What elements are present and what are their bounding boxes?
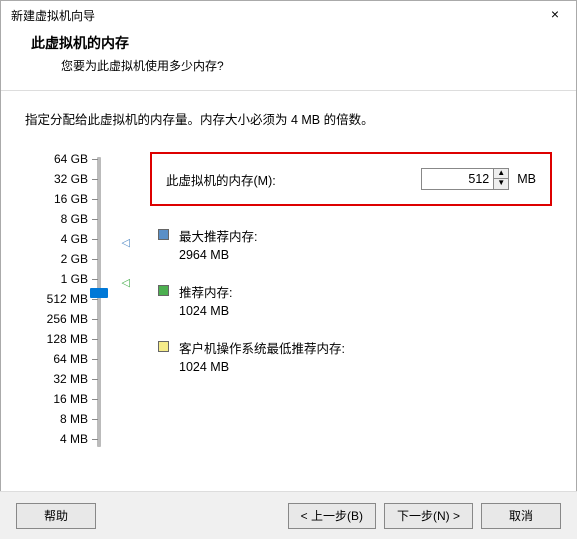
tick-mark bbox=[92, 219, 98, 220]
wizard-header: 此虚拟机的内存 您要为此虚拟机使用多少内存? bbox=[1, 29, 576, 90]
max-value: 2964 MB bbox=[179, 248, 257, 262]
min-recommended: 客户机操作系统最低推荐内存: 1024 MB bbox=[150, 338, 552, 374]
tick-label: 8 MB bbox=[60, 412, 88, 426]
tick-mark bbox=[92, 399, 98, 400]
tick-label: 64 MB bbox=[53, 352, 88, 366]
tick-label: 512 MB bbox=[47, 292, 88, 306]
marker-max-icon: ◁ bbox=[122, 236, 130, 249]
page-subtitle: 您要为此虚拟机使用多少内存? bbox=[31, 57, 556, 74]
max-recommended: 最大推荐内存: 2964 MB bbox=[150, 226, 552, 262]
page-title: 此虚拟机的内存 bbox=[31, 33, 556, 53]
tick-mark bbox=[92, 259, 98, 260]
tick-label: 4 MB bbox=[60, 432, 88, 446]
tick-label: 32 MB bbox=[53, 372, 88, 386]
tick-label: 256 MB bbox=[47, 312, 88, 326]
close-icon[interactable]: × bbox=[540, 5, 570, 25]
tick-mark bbox=[92, 359, 98, 360]
tick-mark bbox=[92, 239, 98, 240]
footer: 帮助 < 上一步(B) 下一步(N) > 取消 bbox=[0, 491, 577, 539]
memory-label: 此虚拟机的内存(M): bbox=[166, 170, 421, 189]
tick-mark bbox=[92, 419, 98, 420]
tick-mark bbox=[92, 439, 98, 440]
next-button[interactable]: 下一步(N) > bbox=[384, 503, 473, 529]
cancel-button[interactable]: 取消 bbox=[481, 503, 561, 529]
memory-spinner[interactable]: ▲ ▼ bbox=[421, 168, 509, 190]
memory-unit: MB bbox=[517, 172, 536, 186]
min-label: 客户机操作系统最低推荐内存: bbox=[179, 338, 345, 357]
square-icon bbox=[158, 285, 169, 296]
memory-input-group: 此虚拟机的内存(M): ▲ ▼ MB bbox=[150, 152, 552, 206]
marker-rec-icon: ◁ bbox=[122, 276, 130, 289]
main-layout: 64 GB 32 GB 16 GB 8 GB 4 GB 2 GB 1 GB 512 MB 256… bbox=[25, 152, 552, 394]
square-icon bbox=[158, 341, 169, 352]
tick-label: 2 GB bbox=[61, 252, 88, 266]
recommended: 推荐内存: 1024 MB bbox=[150, 282, 552, 318]
tick-mark bbox=[92, 279, 98, 280]
slider-track bbox=[97, 157, 101, 447]
content-area: 指定分配给此虚拟机的内存量。内存大小必须为 4 MB 的倍数。 64 GB 32 … bbox=[1, 91, 576, 461]
tick-mark bbox=[92, 379, 98, 380]
title-bar: 新建虚拟机向导 × bbox=[1, 1, 576, 29]
tick-mark bbox=[92, 199, 98, 200]
tick-label: 16 GB bbox=[54, 192, 88, 206]
slider-thumb[interactable] bbox=[90, 288, 108, 298]
instruction-text: 指定分配给此虚拟机的内存量。内存大小必须为 4 MB 的倍数。 bbox=[25, 109, 552, 128]
tick-mark bbox=[92, 299, 98, 300]
rec-label: 推荐内存: bbox=[179, 282, 232, 301]
right-panel: 此虚拟机的内存(M): ▲ ▼ MB 最大推荐内存: 2964 MB bbox=[110, 152, 552, 394]
spinner-down-icon[interactable]: ▼ bbox=[494, 179, 508, 189]
tick-mark bbox=[92, 179, 98, 180]
tick-label: 8 GB bbox=[61, 212, 88, 226]
back-button[interactable]: < 上一步(B) bbox=[288, 503, 376, 529]
tick-mark bbox=[92, 319, 98, 320]
square-icon bbox=[158, 229, 169, 240]
tick-label: 128 MB bbox=[47, 332, 88, 346]
tick-label: 64 GB bbox=[54, 152, 88, 166]
tick-label: 4 GB bbox=[61, 232, 88, 246]
tick-mark bbox=[92, 339, 98, 340]
tick-label: 1 GB bbox=[61, 272, 88, 286]
tick-label: 16 MB bbox=[53, 392, 88, 406]
spinner-buttons: ▲ ▼ bbox=[493, 168, 509, 190]
max-label: 最大推荐内存: bbox=[179, 226, 257, 245]
window-title: 新建虚拟机向导 bbox=[11, 7, 95, 24]
memory-slider[interactable]: 64 GB 32 GB 16 GB 8 GB 4 GB 2 GB 1 GB 512 MB 256… bbox=[25, 152, 110, 394]
rec-value: 1024 MB bbox=[179, 304, 232, 318]
memory-input[interactable] bbox=[421, 168, 493, 190]
tick-mark bbox=[92, 159, 98, 160]
tick-label: 32 GB bbox=[54, 172, 88, 186]
help-button[interactable]: 帮助 bbox=[16, 503, 96, 529]
min-value: 1024 MB bbox=[179, 360, 345, 374]
